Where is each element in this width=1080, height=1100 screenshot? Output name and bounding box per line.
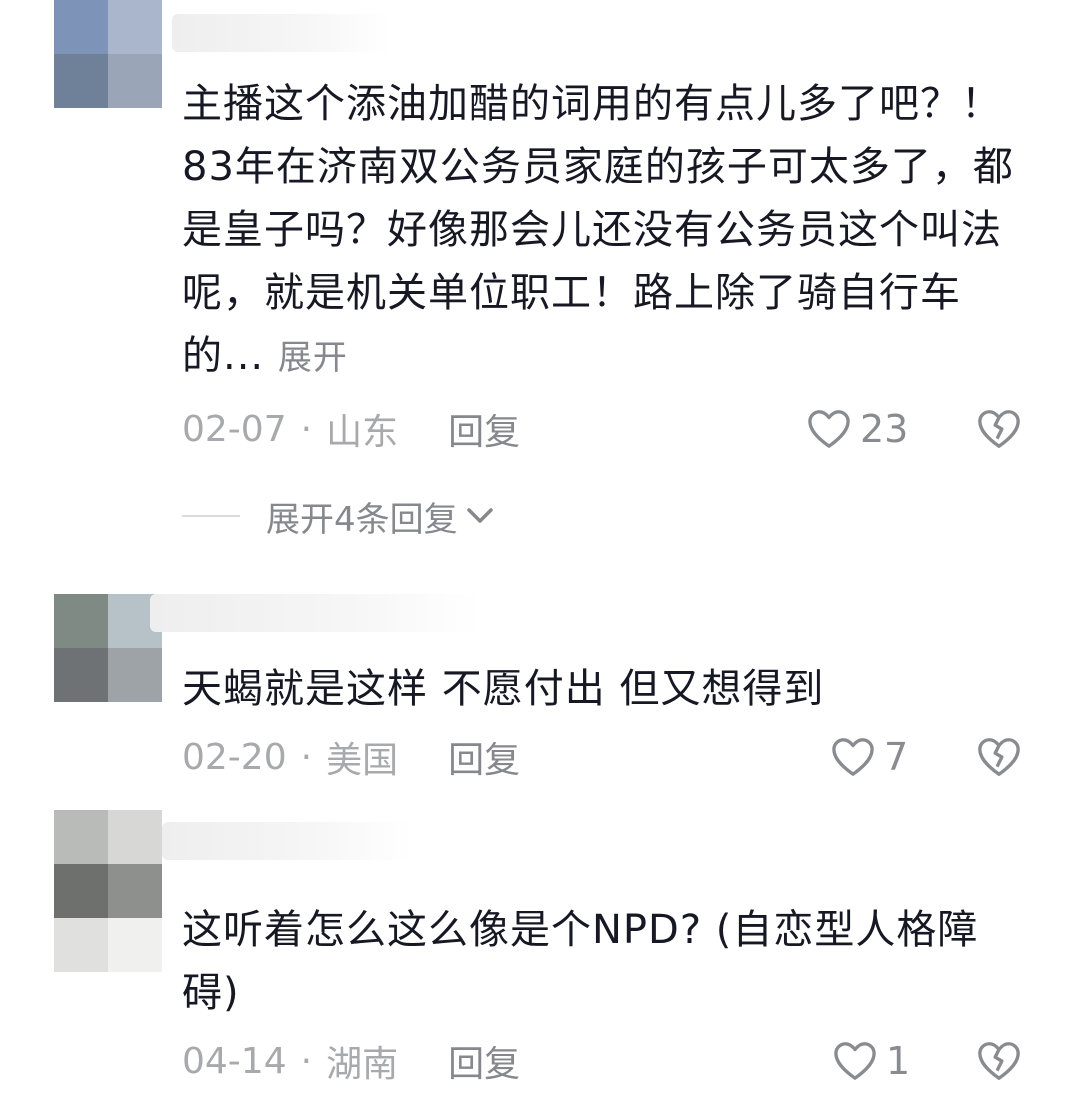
broken-heart-icon[interactable]	[976, 1038, 1022, 1084]
separator-dot: ·	[300, 736, 313, 778]
like-count: 7	[884, 735, 909, 779]
like-button[interactable]: 23	[806, 404, 908, 454]
comment-text: 天蝎就是这样 不愿付出 但又想得到	[182, 666, 825, 712]
comment-meta: 02-20 · 美国 回复	[182, 732, 520, 782]
username-blurred[interactable]	[172, 14, 392, 52]
comment-region: 湖南	[326, 1044, 399, 1085]
like-button[interactable]: 1	[832, 1036, 910, 1086]
broken-heart-icon[interactable]	[976, 406, 1022, 452]
reply-button[interactable]: 回复	[448, 403, 520, 455]
avatar[interactable]	[54, 0, 162, 108]
comment-date: 04-14	[182, 1040, 287, 1082]
broken-heart-icon[interactable]	[976, 734, 1022, 780]
reply-button[interactable]: 回复	[448, 731, 520, 783]
username-blurred[interactable]	[162, 822, 412, 860]
heart-outline-icon	[808, 410, 850, 448]
avatar[interactable]	[54, 810, 162, 972]
comment-text: 主播这个添油加醋的词用的有点儿多了吧？！ 83年在济南双公务员家庭的孩子可太多了…	[182, 81, 1016, 379]
reply-button[interactable]: 回复	[448, 1035, 520, 1087]
comment-meta: 02-07 · 山东 回复	[182, 404, 520, 454]
chevron-down-icon	[466, 508, 493, 523]
expand-replies-label: 展开4条回复	[266, 499, 458, 540]
expand-text-link[interactable]: 展开	[278, 338, 348, 378]
comment-text: 这听着怎么这么像是个NPD? (自恋型人格障碍)	[182, 907, 979, 1016]
username-blurred[interactable]	[150, 594, 480, 632]
comment-1: 主播这个添油加醋的词用的有点儿多了吧？！ 83年在济南双公务员家庭的孩子可太多了…	[0, 0, 1080, 560]
divider-line	[182, 515, 240, 517]
comment-region: 美国	[326, 740, 399, 781]
comment-region: 山东	[326, 412, 399, 453]
comment-meta: 04-14 · 湖南 回复	[182, 1036, 520, 1086]
like-count: 1	[886, 1039, 911, 1083]
avatar[interactable]	[54, 594, 162, 702]
separator-dot: ·	[300, 1040, 313, 1082]
expand-replies-button[interactable]: 展开4条回复	[182, 494, 494, 540]
comment-date: 02-07	[182, 408, 287, 450]
heart-outline-icon	[832, 738, 874, 776]
separator-dot: ·	[300, 408, 313, 450]
like-button[interactable]: 7	[830, 732, 908, 782]
like-count: 23	[860, 407, 909, 451]
heart-outline-icon	[834, 1042, 876, 1080]
comment-date: 02-20	[182, 736, 287, 778]
